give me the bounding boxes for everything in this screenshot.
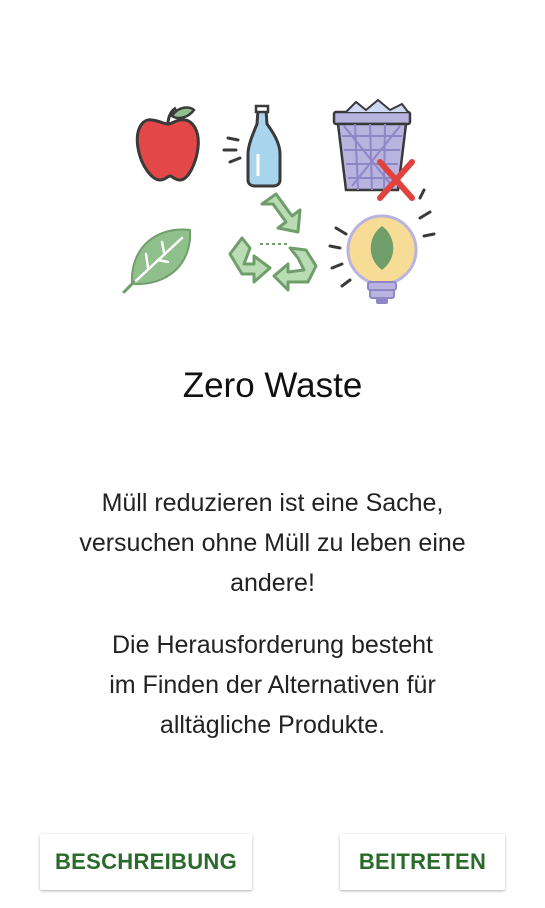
- description-line: andere!: [230, 569, 315, 597]
- description-line: Müll reduzieren ist eine Sache,: [101, 489, 444, 517]
- trash-bin-icon: [332, 98, 415, 201]
- leaf-icon: [122, 228, 192, 294]
- description-paragraph-1: Müll reduzieren ist eine Sache, versuche…: [30, 483, 515, 603]
- lightbulb-icon: [328, 188, 436, 304]
- description-paragraph-2: Die Herausforderung besteht im Finden de…: [30, 625, 515, 745]
- description-line: versuchen ohne Müll zu leben eine: [79, 529, 466, 557]
- description-line: alltägliche Produkte.: [159, 711, 386, 739]
- description-line: Die Herausforderung besteht: [111, 631, 434, 659]
- page-title: Zero Waste: [182, 366, 363, 405]
- bottle-icon: [222, 104, 282, 188]
- apple-icon: [135, 106, 200, 182]
- recycle-icon: [228, 192, 318, 292]
- illustration-svg: [122, 98, 436, 304]
- zero-waste-illustration: [120, 98, 440, 313]
- description-button[interactable]: BESCHREIBUNG: [40, 834, 252, 890]
- description-line: im Finden der Alternativen für: [109, 671, 436, 699]
- join-button[interactable]: BEITRETEN: [340, 834, 505, 890]
